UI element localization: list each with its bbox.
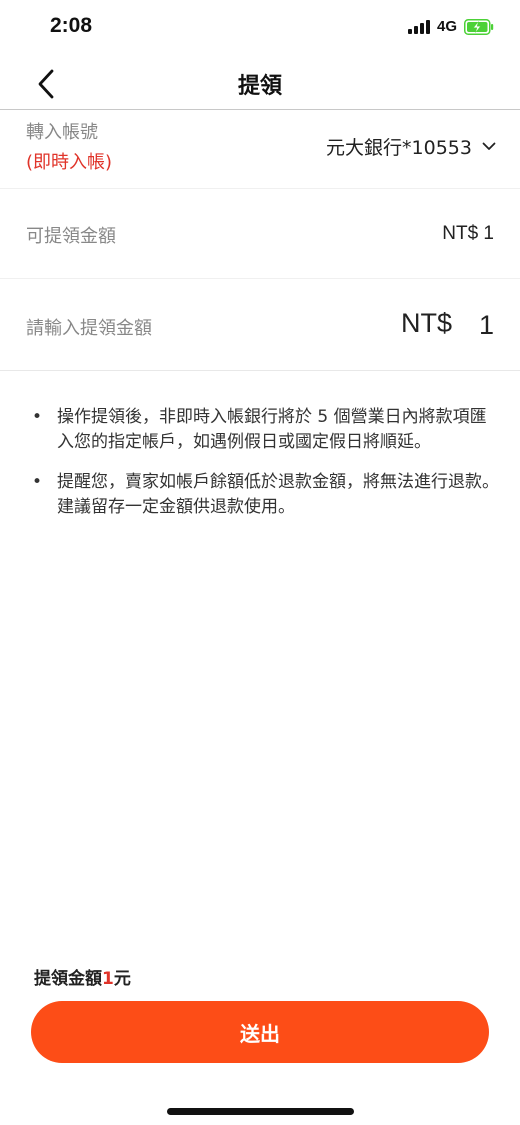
account-value: 元大銀行*10553: [326, 137, 472, 159]
page-title: 提領: [237, 74, 282, 99]
notes-list: 操作提領後，非即時入帳銀行將於 5 個營業日內將款項匯入您的指定帳戶，如遇例假日…: [30, 405, 500, 535]
account-instant-label: (即時入帳): [26, 152, 113, 173]
network-type: 4G: [436, 18, 457, 35]
available-amount-label: 可提領金額: [26, 226, 116, 247]
available-amount-row: 可提領金額 NT$ 1: [0, 189, 520, 279]
home-indicator: [167, 1108, 354, 1115]
battery-charging-icon: [464, 18, 494, 35]
status-bar: 2:08 4G: [0, 0, 520, 56]
withdraw-summary: 提領金額1元: [34, 964, 131, 989]
available-amount-value: NT$ 1: [442, 223, 494, 244]
chevron-down-icon: [482, 142, 496, 150]
submit-button[interactable]: 送出: [31, 1001, 489, 1063]
note-item: 提醒您，賣家如帳戶餘額低於退款金額，將無法進行退款。建議留存一定金額供退款使用。: [30, 470, 500, 520]
summary-prefix: 提領金額: [34, 969, 102, 989]
account-row: 轉入帳號 (即時入帳) 元大銀行*10553: [0, 110, 520, 189]
status-time: 2:08: [50, 14, 93, 37]
signal-icon: [407, 19, 430, 34]
withdraw-amount-row: 請輸入提領金額 NT$: [0, 279, 520, 371]
note-item: 操作提領後，非即時入帳銀行將於 5 個營業日內將款項匯入您的指定帳戶，如遇例假日…: [30, 405, 500, 455]
status-indicators: 4G: [407, 18, 494, 35]
summary-amount: 1: [102, 969, 114, 989]
nav-bar: 提領: [0, 56, 520, 110]
withdraw-amount-label: 請輸入提領金額: [26, 318, 152, 339]
currency-label: NT$: [400, 308, 452, 338]
withdraw-amount-input[interactable]: [454, 307, 494, 343]
account-label: 轉入帳號: [26, 122, 98, 143]
summary-suffix: 元: [113, 969, 131, 989]
account-select[interactable]: 元大銀行*10553: [326, 133, 496, 160]
